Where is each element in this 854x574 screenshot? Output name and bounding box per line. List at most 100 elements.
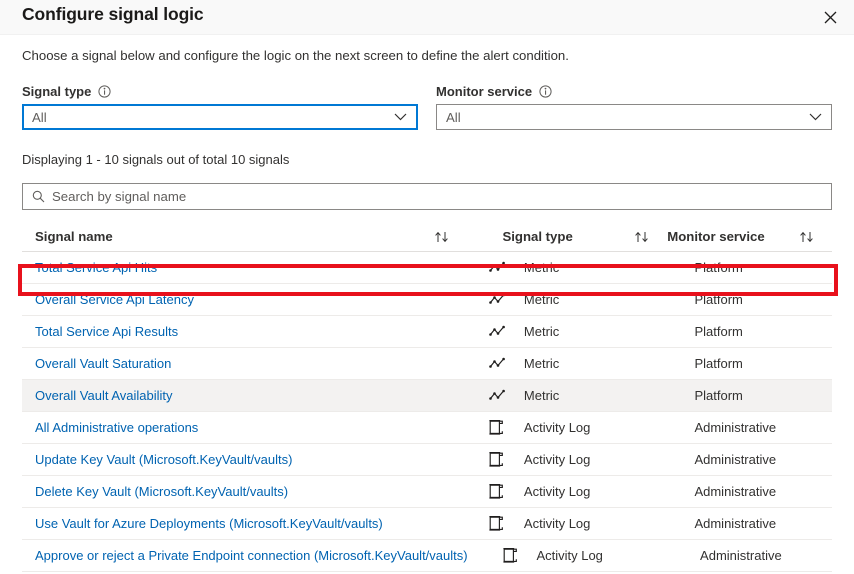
column-header-monitor-service[interactable]: Monitor service	[667, 228, 798, 246]
info-icon[interactable]	[539, 85, 552, 98]
monitor-service-label-row: Monitor service	[436, 84, 832, 99]
metric-line-chart-icon	[489, 293, 506, 306]
signal-count-text: Displaying 1 - 10 signals out of total 1…	[22, 152, 290, 167]
signal-name-link[interactable]: All Administrative operations	[35, 420, 198, 435]
metric-line-chart-icon	[489, 357, 506, 370]
signal-name-link[interactable]: Approve or reject a Private Endpoint con…	[35, 548, 468, 563]
close-icon	[824, 11, 837, 24]
signal-name-link[interactable]: Overall Vault Availability	[35, 388, 173, 403]
cell-signal-icon	[487, 515, 524, 532]
table-row[interactable]: Overall Vault Saturation Metric Platform	[22, 348, 832, 380]
info-icon[interactable]	[98, 85, 111, 98]
blade-body: Choose a signal below and configure the …	[0, 47, 854, 572]
cell-signal-type: Activity Log	[536, 547, 666, 565]
search-icon	[32, 190, 45, 203]
cell-monitor-service: Platform	[694, 387, 832, 405]
chevron-down-icon	[394, 113, 407, 121]
table-row[interactable]: Delete Key Vault (Microsoft.KeyVault/vau…	[22, 476, 832, 508]
monitor-service-value: Administrative	[694, 451, 777, 467]
monitor-service-value: Platform	[694, 387, 743, 403]
signal-type-value: Metric	[523, 291, 560, 307]
cell-monitor-service: Administrative	[694, 515, 832, 533]
signal-name-link[interactable]: Update Key Vault (Microsoft.KeyVault/vau…	[35, 452, 292, 467]
monitor-service-value: Administrative	[694, 515, 777, 531]
signal-type-value: Metric	[523, 323, 560, 339]
signal-type-label-row: Signal type	[22, 84, 418, 99]
cell-monitor-service: Platform	[694, 323, 832, 341]
column-header-signal-name[interactable]: Signal name	[22, 228, 434, 246]
cell-monitor-service: Platform	[694, 355, 832, 373]
table-row[interactable]: Update Key Vault (Microsoft.KeyVault/vau…	[22, 444, 832, 476]
monitor-service-value: Administrative	[700, 547, 782, 563]
cell-signal-type: Activity Log	[524, 451, 660, 469]
filter-row: Signal type All Monitor service All	[22, 84, 832, 130]
blade-header: Configure signal logic	[0, 0, 854, 35]
sort-signal-name[interactable]	[434, 231, 467, 243]
column-label: Monitor service	[667, 228, 765, 244]
signal-type-value: Activity Log	[523, 515, 591, 531]
table-row[interactable]: Use Vault for Azure Deployments (Microso…	[22, 508, 832, 540]
table-row[interactable]: Overall Service Api Latency Metric Platfor…	[22, 284, 832, 316]
search-box[interactable]	[22, 183, 832, 210]
cell-monitor-service: Administrative	[694, 419, 832, 437]
chevron-down-icon	[809, 113, 822, 121]
sort-updown-icon	[434, 231, 451, 243]
signal-type-label: Signal type	[22, 84, 92, 99]
signal-type-value: Activity Log	[523, 451, 591, 467]
signal-name-link[interactable]: Overall Vault Saturation	[35, 356, 171, 371]
column-header-signal-type[interactable]: Signal type	[502, 228, 633, 246]
cell-signal-type: Activity Log	[524, 483, 660, 501]
signal-type-value: Metric	[523, 259, 560, 275]
signal-name-link[interactable]: Total Service Api Hits	[35, 260, 157, 275]
signal-type-value: Activity Log	[536, 547, 603, 563]
cell-signal-type: Activity Log	[524, 515, 660, 533]
signal-name-link[interactable]: Overall Service Api Latency	[35, 292, 194, 307]
monitor-service-value: Platform	[694, 291, 743, 307]
signals-table: Signal name Signal type Monitor service …	[22, 222, 832, 572]
cell-signal-icon	[501, 547, 536, 564]
cell-signal-type: Metric	[524, 387, 660, 405]
signal-type-value: Metric	[523, 355, 560, 371]
signal-type-value: Metric	[523, 387, 560, 403]
signal-type-select[interactable]: All	[22, 104, 418, 130]
signal-type-value: All	[32, 109, 47, 125]
cell-monitor-service: Administrative	[700, 547, 832, 565]
cell-signal-type: Metric	[524, 355, 660, 373]
table-row[interactable]: Overall Vault Availability Metric Platform	[22, 380, 832, 412]
monitor-service-value: Administrative	[694, 419, 777, 435]
metric-line-chart-icon	[489, 325, 506, 338]
signal-name-link[interactable]: Delete Key Vault (Microsoft.KeyVault/vau…	[35, 484, 288, 499]
sort-monitor-service[interactable]	[799, 231, 832, 243]
page-title: Configure signal logic	[22, 4, 204, 24]
activity-log-scroll-icon	[489, 515, 504, 532]
sort-updown-icon	[634, 231, 651, 243]
table-row[interactable]: All Administrative operations Activity Lo…	[22, 412, 832, 444]
activity-log-scroll-icon	[503, 547, 518, 564]
close-button[interactable]	[816, 3, 844, 31]
search-input[interactable]	[52, 184, 831, 209]
table-row[interactable]: Total Service Api Hits Metric Platform	[22, 252, 832, 284]
cell-signal-icon	[487, 451, 524, 468]
table-row[interactable]: Approve or reject a Private Endpoint con…	[22, 540, 832, 572]
activity-log-scroll-icon	[489, 451, 504, 468]
table-row[interactable]: Total Service Api Results Metric Platform	[22, 316, 832, 348]
sort-updown-icon	[799, 231, 816, 243]
monitor-service-value: Platform	[694, 323, 743, 339]
sort-signal-type[interactable]	[634, 231, 667, 243]
signal-name-link[interactable]: Use Vault for Azure Deployments (Microso…	[35, 516, 383, 531]
cell-signal-icon	[487, 483, 524, 500]
cell-signal-name: Total Service Api Hits	[22, 259, 452, 277]
metric-line-chart-icon	[489, 261, 506, 274]
monitor-service-filter: Monitor service All	[436, 84, 832, 130]
monitor-service-value: Platform	[694, 355, 743, 371]
signal-name-link[interactable]: Total Service Api Results	[35, 324, 178, 339]
table-body: Total Service Api Hits Metric Platform Over…	[22, 252, 832, 572]
monitor-service-value: All	[446, 109, 461, 125]
monitor-service-select[interactable]: All	[436, 104, 832, 130]
cell-signal-icon	[487, 357, 524, 370]
cell-signal-name: Approve or reject a Private Endpoint con…	[22, 547, 468, 565]
cell-signal-name: Overall Service Api Latency	[22, 291, 452, 309]
cell-signal-name: Use Vault for Azure Deployments (Microso…	[22, 515, 452, 533]
activity-log-scroll-icon	[489, 419, 504, 436]
signal-type-value: Activity Log	[523, 419, 591, 435]
